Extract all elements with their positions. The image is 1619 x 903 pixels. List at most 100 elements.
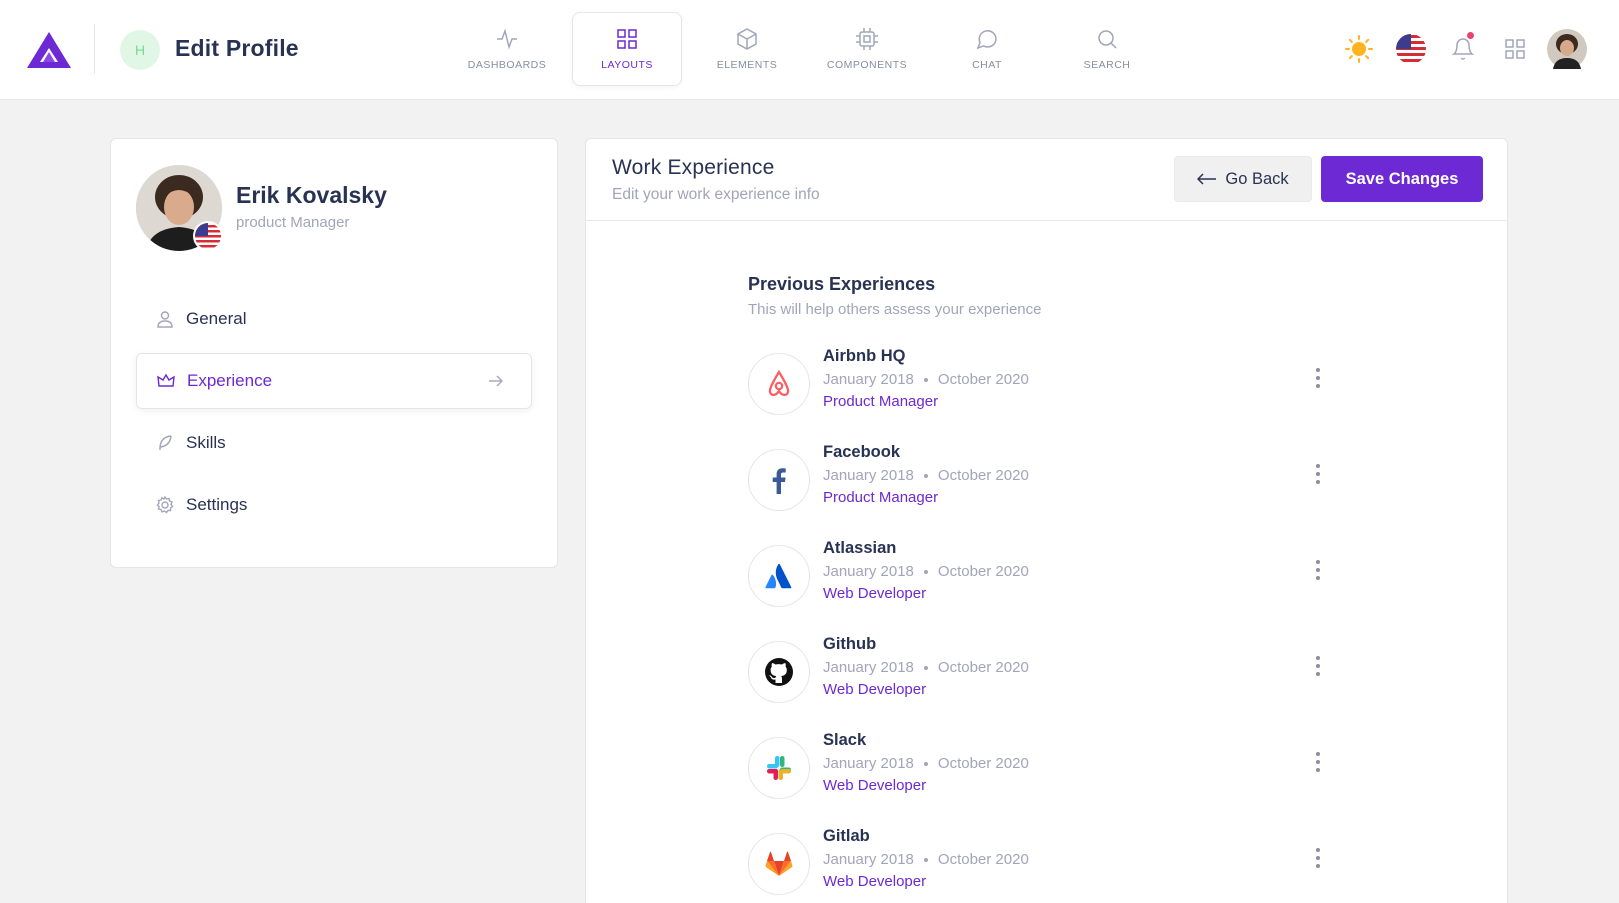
us-flag-icon bbox=[195, 223, 221, 249]
experience-end: October 2020 bbox=[937, 371, 1029, 388]
section-subtitle: This will help others assess your experi… bbox=[748, 301, 1042, 318]
experience-company: Airbnb HQ bbox=[823, 347, 906, 365]
experience-start: January 2018 bbox=[823, 467, 914, 484]
experience-dates: January 2018 October 2020 bbox=[823, 659, 1029, 676]
search-icon bbox=[1098, 30, 1117, 49]
experience-end: October 2020 bbox=[937, 659, 1029, 676]
experience-start: January 2018 bbox=[823, 371, 914, 388]
work-experience-card: Work Experience Edit your work experienc… bbox=[585, 138, 1508, 903]
profile-card: Erik Kovalsky product Manager General Ex… bbox=[110, 138, 558, 568]
theme-toggle-button[interactable] bbox=[1340, 30, 1378, 68]
experience-dates: January 2018 October 2020 bbox=[823, 851, 1029, 868]
tab-layouts[interactable]: LAYOUTS bbox=[572, 12, 682, 86]
experience-role: Web Developer bbox=[823, 681, 927, 698]
experience-item: Airbnb HQ January 2018 October 2020 Produ… bbox=[748, 347, 1338, 427]
tab-label: CHAT bbox=[972, 59, 1002, 71]
notification-dot bbox=[1467, 32, 1474, 39]
tab-label: LAYOUTS bbox=[601, 59, 653, 71]
more-options-button[interactable] bbox=[1308, 459, 1328, 489]
menu-item-label: Skills bbox=[186, 433, 226, 452]
tab-label: SEARCH bbox=[1083, 59, 1131, 71]
separator-dot bbox=[923, 377, 928, 382]
page-avatar: H bbox=[120, 30, 160, 70]
experience-role: Web Developer bbox=[823, 777, 927, 794]
menu-item-label: Experience bbox=[187, 371, 273, 390]
more-options-button[interactable] bbox=[1308, 651, 1328, 681]
tab-search[interactable]: SEARCH bbox=[1052, 12, 1162, 86]
tab-label: ELEMENTS bbox=[716, 59, 778, 71]
tab-label: DASHBOARDS bbox=[467, 59, 547, 71]
profile-flag-badge bbox=[193, 221, 223, 251]
more-options-button[interactable] bbox=[1308, 843, 1328, 873]
language-button[interactable] bbox=[1392, 30, 1430, 68]
nav-divider bbox=[94, 24, 95, 74]
go-back-button[interactable]: Go Back bbox=[1174, 156, 1312, 202]
activity-icon bbox=[497, 28, 517, 50]
experience-start: January 2018 bbox=[823, 563, 914, 580]
card-subtitle: Edit your work experience info bbox=[612, 186, 820, 203]
top-navbar: H Edit Profile DASHBOARDS LAYOUTS ELEMEN… bbox=[0, 0, 1619, 100]
github-logo-icon bbox=[748, 641, 810, 703]
us-flag-icon bbox=[1396, 34, 1426, 64]
experience-company: Gitlab bbox=[823, 827, 870, 845]
more-options-button[interactable] bbox=[1308, 363, 1328, 393]
more-options-button[interactable] bbox=[1308, 555, 1328, 585]
arrow-left-icon bbox=[1197, 173, 1217, 185]
experience-company: Atlassian bbox=[823, 539, 897, 557]
box-icon bbox=[737, 28, 757, 50]
tab-label: COMPONENTS bbox=[826, 59, 908, 71]
experience-company: Facebook bbox=[823, 443, 901, 461]
section-title: Previous Experiences bbox=[748, 274, 936, 294]
page-title: Edit Profile bbox=[175, 35, 299, 61]
card-header: Work Experience Edit your work experienc… bbox=[586, 139, 1507, 221]
separator-dot bbox=[923, 857, 928, 862]
experience-role: Product Manager bbox=[823, 393, 939, 410]
experience-end: October 2020 bbox=[937, 467, 1029, 484]
arrow-right-icon bbox=[489, 375, 503, 387]
slack-logo-icon bbox=[748, 737, 810, 799]
tab-elements[interactable]: ELEMENTS bbox=[692, 12, 802, 86]
experience-dates: January 2018 October 2020 bbox=[823, 467, 1029, 484]
atlassian-logo-icon bbox=[748, 545, 810, 607]
experience-company: Slack bbox=[823, 731, 867, 749]
cpu-icon bbox=[856, 28, 878, 50]
experience-role: Web Developer bbox=[823, 873, 927, 890]
experience-start: January 2018 bbox=[823, 755, 914, 772]
menu-item-settings[interactable]: Settings bbox=[136, 477, 532, 533]
experience-role: Product Manager bbox=[823, 489, 939, 506]
facebook-logo-icon bbox=[748, 449, 810, 511]
experience-item: Slack January 2018 October 2020 Web Devel… bbox=[748, 731, 1338, 811]
menu-item-experience[interactable]: Experience bbox=[136, 353, 532, 409]
notifications-button[interactable] bbox=[1444, 30, 1482, 68]
message-circle-icon bbox=[976, 30, 997, 50]
save-changes-button[interactable]: Save Changes bbox=[1321, 156, 1483, 202]
menu-item-label: Settings bbox=[186, 495, 248, 514]
experience-item: Gitlab January 2018 October 2020 Web Deve… bbox=[748, 827, 1338, 903]
menu-item-general[interactable]: General bbox=[136, 291, 532, 347]
profile-role: product Manager bbox=[236, 214, 350, 231]
app-logo-icon[interactable] bbox=[25, 30, 73, 70]
separator-dot bbox=[923, 569, 928, 574]
tab-chat[interactable]: CHAT bbox=[932, 12, 1042, 86]
card-title: Work Experience bbox=[612, 156, 775, 179]
tab-dashboards[interactable]: DASHBOARDS bbox=[452, 12, 562, 86]
experience-company: Github bbox=[823, 635, 877, 653]
menu-item-label: General bbox=[186, 309, 247, 328]
experience-end: October 2020 bbox=[937, 755, 1029, 772]
crown-icon bbox=[157, 373, 175, 387]
more-options-button[interactable] bbox=[1308, 747, 1328, 777]
experience-start: January 2018 bbox=[823, 851, 914, 868]
gitlab-logo-icon bbox=[748, 833, 810, 895]
experience-item: Facebook January 2018 October 2020 Produc… bbox=[748, 443, 1338, 523]
experience-dates: January 2018 October 2020 bbox=[823, 563, 1029, 580]
experience-end: October 2020 bbox=[937, 851, 1029, 868]
user-icon bbox=[157, 311, 173, 328]
user-avatar[interactable] bbox=[1545, 27, 1589, 71]
experience-role: Web Developer bbox=[823, 585, 927, 602]
menu-item-skills[interactable]: Skills bbox=[136, 415, 532, 471]
separator-dot bbox=[923, 665, 928, 670]
apps-button[interactable] bbox=[1496, 30, 1534, 68]
experience-item: Atlassian January 2018 October 2020 Web D… bbox=[748, 539, 1338, 619]
sun-icon bbox=[1345, 35, 1373, 63]
tab-components[interactable]: COMPONENTS bbox=[812, 12, 922, 86]
